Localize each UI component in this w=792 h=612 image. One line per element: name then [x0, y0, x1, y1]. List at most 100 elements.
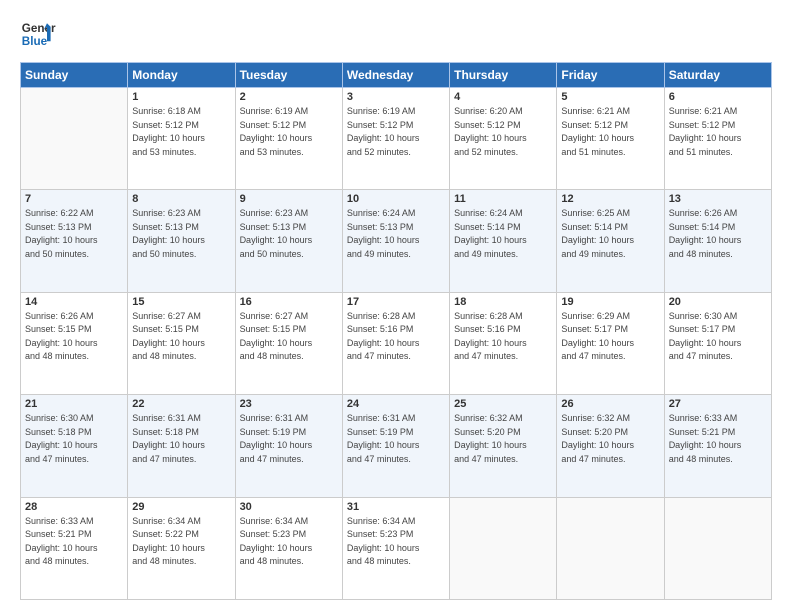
calendar-cell: 16Sunrise: 6:27 AMSunset: 5:15 PMDayligh… — [235, 292, 342, 394]
calendar-header-thursday: Thursday — [450, 63, 557, 88]
day-info: Sunrise: 6:33 AMSunset: 5:21 PMDaylight:… — [25, 515, 123, 569]
calendar-cell: 15 Sunrise: 6:27 AMSunset: 5:15 PMDayligh… — [128, 292, 235, 394]
calendar-cell: 11 Sunrise: 6:24 AMSunset: 5:14 PMDayligh… — [450, 190, 557, 292]
calendar-cell — [450, 497, 557, 599]
day-number: 3 — [347, 91, 445, 103]
calendar-header-sunday: Sunday — [21, 63, 128, 88]
day-number: 28 — [25, 501, 123, 513]
day-info: Sunrise: 6:28 AMSunset: 5:16 PMDaylight:… — [347, 310, 445, 364]
header: General Blue — [20, 16, 772, 52]
day-number: 30 — [240, 501, 338, 513]
day-info: Sunrise: 6:26 AMSunset: 5:15 PMDaylight:… — [25, 310, 123, 364]
day-info: Sunrise: 6:29 AMSunset: 5:17 PMDaylight:… — [561, 310, 659, 364]
day-info: Sunrise: 6:26 AMSunset: 5:14 PMDaylight:… — [669, 207, 767, 261]
calendar-cell: 24Sunrise: 6:31 AMSunset: 5:19 PMDayligh… — [342, 395, 449, 497]
calendar-cell: 6Sunrise: 6:21 AMSunset: 5:12 PMDaylight… — [664, 88, 771, 190]
calendar-week-row: 1 Sunrise: 6:18 AMSunset: 5:12 PMDaylight… — [21, 88, 772, 190]
page: General Blue SundayMondayTuesdayWednesda… — [0, 0, 792, 612]
day-info: Sunrise: 6:30 AMSunset: 5:17 PMDaylight:… — [669, 310, 767, 364]
day-info: Sunrise: 6:33 AMSunset: 5:21 PMDaylight:… — [669, 412, 767, 466]
calendar-cell: 5 Sunrise: 6:21 AMSunset: 5:12 PMDaylight… — [557, 88, 664, 190]
calendar-cell: 31Sunrise: 6:34 AMSunset: 5:23 PMDayligh… — [342, 497, 449, 599]
day-info: Sunrise: 6:32 AMSunset: 5:20 PMDaylight:… — [561, 412, 659, 466]
calendar-cell: 7Sunrise: 6:22 AMSunset: 5:13 PMDaylight… — [21, 190, 128, 292]
day-number: 12 — [561, 193, 659, 205]
calendar-cell: 4 Sunrise: 6:20 AMSunset: 5:12 PMDaylight… — [450, 88, 557, 190]
day-number: 26 — [561, 398, 659, 410]
calendar-cell: 9 Sunrise: 6:23 AMSunset: 5:13 PMDaylight… — [235, 190, 342, 292]
svg-text:General: General — [22, 22, 56, 35]
calendar-cell: 3 Sunrise: 6:19 AMSunset: 5:12 PMDaylight… — [342, 88, 449, 190]
day-info: Sunrise: 6:24 AMSunset: 5:14 PMDaylight:… — [454, 207, 552, 261]
day-number: 16 — [240, 296, 338, 308]
day-number: 31 — [347, 501, 445, 513]
day-info: Sunrise: 6:19 AMSunset: 5:12 PMDaylight:… — [347, 105, 445, 159]
day-number: 20 — [669, 296, 767, 308]
day-number: 15 — [132, 296, 230, 308]
day-info: Sunrise: 6:23 AMSunset: 5:13 PMDaylight:… — [132, 207, 230, 261]
calendar-header-friday: Friday — [557, 63, 664, 88]
calendar-cell: 29Sunrise: 6:34 AMSunset: 5:22 PMDayligh… — [128, 497, 235, 599]
calendar-cell: 25Sunrise: 6:32 AMSunset: 5:20 PMDayligh… — [450, 395, 557, 497]
logo: General Blue — [20, 16, 56, 52]
day-info: Sunrise: 6:31 AMSunset: 5:18 PMDaylight:… — [132, 412, 230, 466]
calendar-week-row: 14 Sunrise: 6:26 AMSunset: 5:15 PMDayligh… — [21, 292, 772, 394]
calendar-cell: 13Sunrise: 6:26 AMSunset: 5:14 PMDayligh… — [664, 190, 771, 292]
day-number: 23 — [240, 398, 338, 410]
calendar-cell — [664, 497, 771, 599]
logo-icon: General Blue — [20, 16, 56, 52]
svg-text:Blue: Blue — [22, 35, 48, 48]
calendar-cell: 17 Sunrise: 6:28 AMSunset: 5:16 PMDayligh… — [342, 292, 449, 394]
calendar-cell: 19 Sunrise: 6:29 AMSunset: 5:17 PMDayligh… — [557, 292, 664, 394]
day-number: 4 — [454, 91, 552, 103]
calendar-header-tuesday: Tuesday — [235, 63, 342, 88]
day-number: 22 — [132, 398, 230, 410]
day-info: Sunrise: 6:25 AMSunset: 5:14 PMDaylight:… — [561, 207, 659, 261]
day-number: 21 — [25, 398, 123, 410]
calendar-cell: 22 Sunrise: 6:31 AMSunset: 5:18 PMDayligh… — [128, 395, 235, 497]
calendar-week-row: 7Sunrise: 6:22 AMSunset: 5:13 PMDaylight… — [21, 190, 772, 292]
day-info: Sunrise: 6:28 AMSunset: 5:16 PMDaylight:… — [454, 310, 552, 364]
day-info: Sunrise: 6:21 AMSunset: 5:12 PMDaylight:… — [561, 105, 659, 159]
day-info: Sunrise: 6:20 AMSunset: 5:12 PMDaylight:… — [454, 105, 552, 159]
calendar-cell: 28 Sunrise: 6:33 AMSunset: 5:21 PMDayligh… — [21, 497, 128, 599]
day-number: 17 — [347, 296, 445, 308]
calendar-table: SundayMondayTuesdayWednesdayThursdayFrid… — [20, 62, 772, 600]
day-number: 7 — [25, 193, 123, 205]
day-number: 19 — [561, 296, 659, 308]
day-info: Sunrise: 6:23 AMSunset: 5:13 PMDaylight:… — [240, 207, 338, 261]
day-info: Sunrise: 6:27 AMSunset: 5:15 PMDaylight:… — [132, 310, 230, 364]
day-info: Sunrise: 6:34 AMSunset: 5:23 PMDaylight:… — [240, 515, 338, 569]
calendar-cell: 2 Sunrise: 6:19 AMSunset: 5:12 PMDaylight… — [235, 88, 342, 190]
day-info: Sunrise: 6:24 AMSunset: 5:13 PMDaylight:… — [347, 207, 445, 261]
day-number: 8 — [132, 193, 230, 205]
calendar-cell: 12 Sunrise: 6:25 AMSunset: 5:14 PMDayligh… — [557, 190, 664, 292]
day-number: 9 — [240, 193, 338, 205]
day-info: Sunrise: 6:18 AMSunset: 5:12 PMDaylight:… — [132, 105, 230, 159]
calendar-cell — [557, 497, 664, 599]
day-number: 10 — [347, 193, 445, 205]
calendar-cell: 30 Sunrise: 6:34 AMSunset: 5:23 PMDayligh… — [235, 497, 342, 599]
day-info: Sunrise: 6:19 AMSunset: 5:12 PMDaylight:… — [240, 105, 338, 159]
day-number: 6 — [669, 91, 767, 103]
calendar-cell: 18Sunrise: 6:28 AMSunset: 5:16 PMDayligh… — [450, 292, 557, 394]
day-number: 11 — [454, 193, 552, 205]
day-number: 1 — [132, 91, 230, 103]
calendar-cell: 10 Sunrise: 6:24 AMSunset: 5:13 PMDayligh… — [342, 190, 449, 292]
calendar-cell: 27Sunrise: 6:33 AMSunset: 5:21 PMDayligh… — [664, 395, 771, 497]
calendar-week-row: 28 Sunrise: 6:33 AMSunset: 5:21 PMDayligh… — [21, 497, 772, 599]
calendar-header-monday: Monday — [128, 63, 235, 88]
day-info: Sunrise: 6:31 AMSunset: 5:19 PMDaylight:… — [347, 412, 445, 466]
calendar-cell: 20 Sunrise: 6:30 AMSunset: 5:17 PMDayligh… — [664, 292, 771, 394]
day-number: 2 — [240, 91, 338, 103]
calendar-cell — [21, 88, 128, 190]
day-number: 5 — [561, 91, 659, 103]
day-number: 14 — [25, 296, 123, 308]
calendar-cell: 26 Sunrise: 6:32 AMSunset: 5:20 PMDayligh… — [557, 395, 664, 497]
day-info: Sunrise: 6:34 AMSunset: 5:22 PMDaylight:… — [132, 515, 230, 569]
calendar-cell: 23 Sunrise: 6:31 AMSunset: 5:19 PMDayligh… — [235, 395, 342, 497]
calendar-header-wednesday: Wednesday — [342, 63, 449, 88]
calendar-header-saturday: Saturday — [664, 63, 771, 88]
day-number: 25 — [454, 398, 552, 410]
day-info: Sunrise: 6:31 AMSunset: 5:19 PMDaylight:… — [240, 412, 338, 466]
